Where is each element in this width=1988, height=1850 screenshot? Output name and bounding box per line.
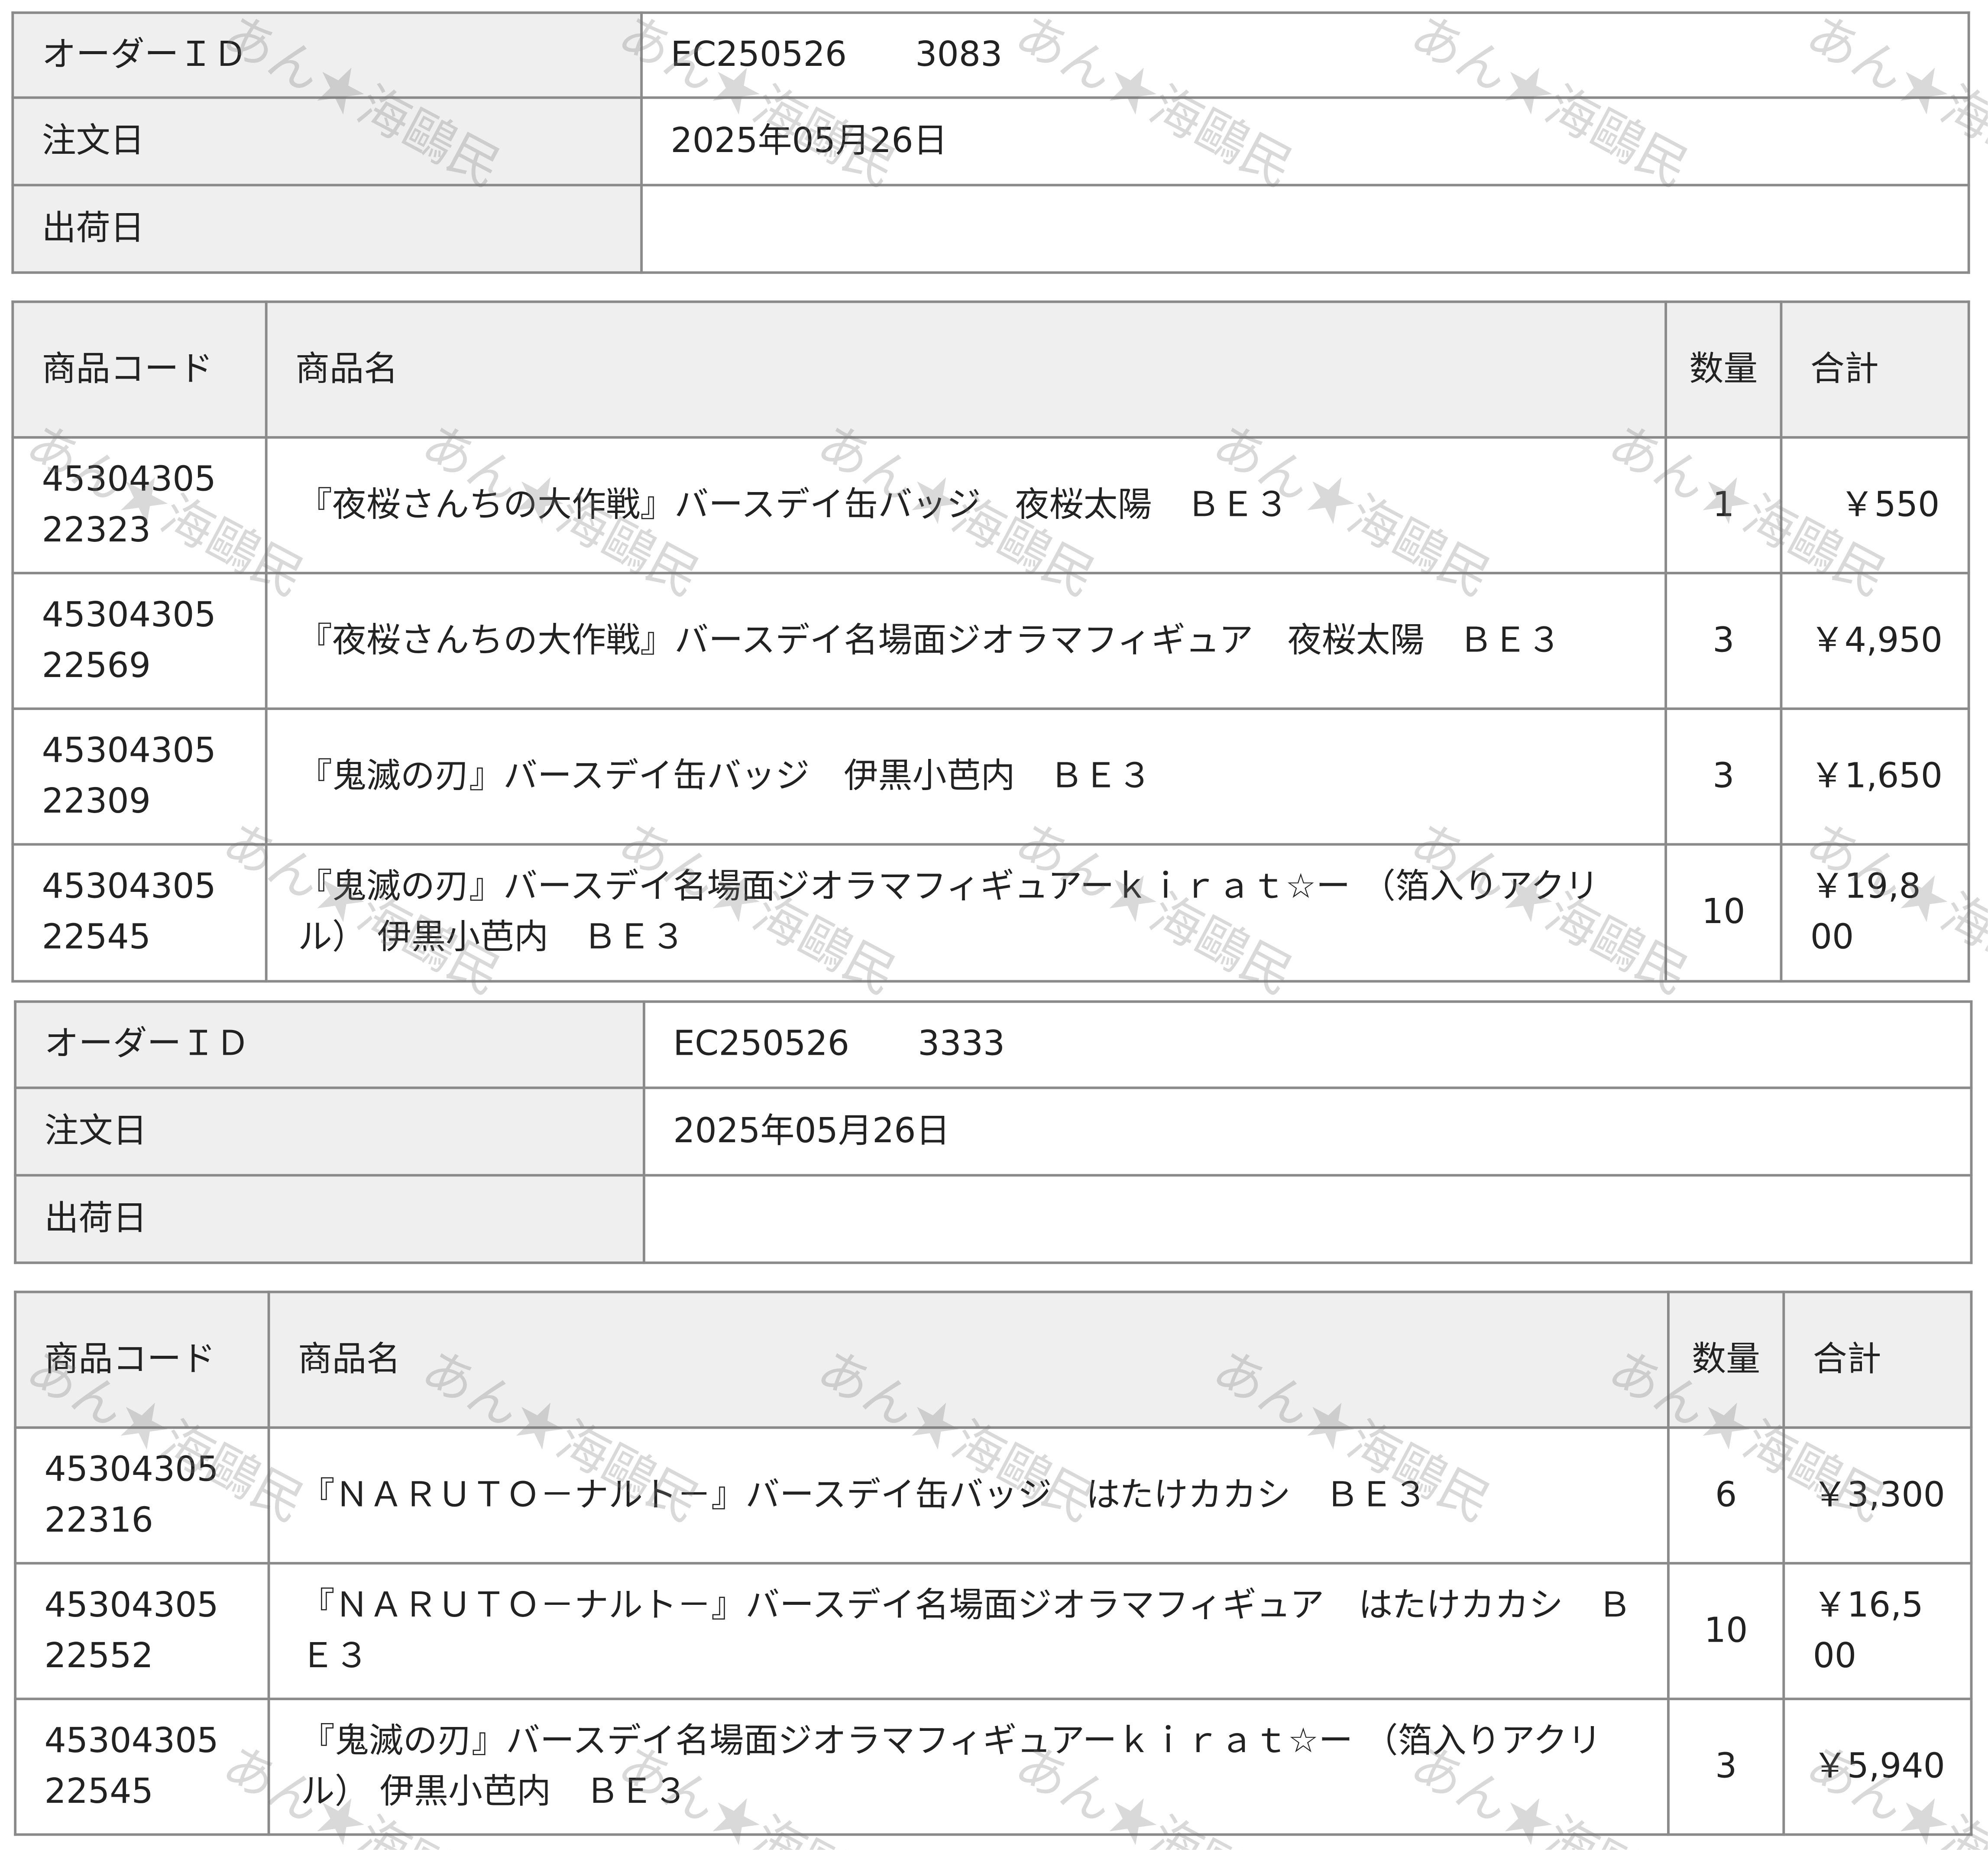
col-qty-header: 数量 — [1664, 300, 1783, 439]
order-date-value: 2025年05月26日 — [642, 1086, 1973, 1177]
product-name: 『夜桜さんちの大作戦』バースデイ名場面ジオラマフィギュア 夜桜太陽 ＢＥ３ — [265, 572, 1667, 710]
quantity: 10 — [1667, 1562, 1785, 1701]
ship-date-row: 出荷日 — [11, 184, 1970, 274]
ship-date-label: 出荷日 — [14, 1174, 645, 1264]
product-name: 『鬼滅の刃』バースデイ名場面ジオラマフィギュアーｋｉｒａｔ☆ー （箔入りアクリル… — [267, 1698, 1670, 1836]
product-name: 『鬼滅の刃』バースデイ名場面ジオラマフィギュアーｋｉｒａｔ☆ー （箔入りアクリル… — [265, 843, 1667, 983]
line-total: ￥1,650 — [1780, 707, 1970, 846]
line-total: ￥3,300 — [1782, 1426, 1973, 1565]
product-code: 4530430522552 — [14, 1562, 270, 1701]
order-info-table-1: オーダーＩＤ EC250526 3083 注文日 2025年05月26日 出荷日 — [11, 11, 1970, 274]
product-code: 4530430522545 — [11, 843, 268, 983]
line-total: ￥16,500 — [1782, 1562, 1973, 1701]
order-info-table-2: オーダーＩＤ EC250526 3333 注文日 2025年05月26日 出荷日 — [14, 1000, 1973, 1264]
order-date-row: 注文日 2025年05月26日 — [11, 96, 1970, 187]
items-table-2: 商品コード 商品名 数量 合計 4530430522316 『ＮＡＲＵＴＯ－ナル… — [14, 1290, 1973, 1836]
order-date-row: 注文日 2025年05月26日 — [14, 1086, 1973, 1177]
col-code-header: 商品コード — [11, 300, 268, 439]
order-id-label: オーダーＩＤ — [11, 11, 643, 99]
product-name: 『ＮＡＲＵＴＯ－ナルト－』バースデイ缶バッジ はたけカカシ ＢＥ３ — [267, 1426, 1670, 1565]
ship-date-value — [642, 1174, 1973, 1264]
col-code-header: 商品コード — [14, 1290, 270, 1429]
quantity: 6 — [1667, 1426, 1785, 1565]
ship-date-row: 出荷日 — [14, 1174, 1973, 1264]
line-total: ￥4,950 — [1780, 572, 1970, 710]
order-id-row: オーダーＩＤ EC250526 3083 — [11, 11, 1970, 99]
order-date-value: 2025年05月26日 — [640, 96, 1970, 187]
items-header-row: 商品コード 商品名 数量 合計 — [14, 1290, 1973, 1429]
col-name-header: 商品名 — [265, 300, 1667, 439]
items-table-1: 商品コード 商品名 数量 合計 4530430522323 『夜桜さんちの大作戦… — [11, 300, 1970, 983]
quantity: 3 — [1664, 572, 1783, 710]
quantity: 3 — [1667, 1698, 1785, 1836]
order-id-label: オーダーＩＤ — [14, 1000, 645, 1089]
product-code: 4530430522569 — [11, 572, 268, 710]
product-code: 4530430522545 — [14, 1698, 270, 1836]
items-header-row: 商品コード 商品名 数量 合計 — [11, 300, 1970, 439]
table-row: 4530430522545 『鬼滅の刃』バースデイ名場面ジオラマフィギュアーｋｉ… — [11, 843, 1970, 983]
line-total: ￥5,940 — [1782, 1698, 1973, 1836]
order-sheet: オーダーＩＤ EC250526 3083 注文日 2025年05月26日 出荷日… — [0, 0, 1988, 1850]
col-qty-header: 数量 — [1667, 1290, 1785, 1429]
table-row: 4530430522545 『鬼滅の刃』バースデイ名場面ジオラマフィギュアーｋｉ… — [14, 1698, 1973, 1836]
line-total: ￥19,800 — [1780, 843, 1970, 983]
ship-date-value — [640, 184, 1970, 274]
order-id-row: オーダーＩＤ EC250526 3333 — [14, 1000, 1973, 1089]
product-code: 4530430522309 — [11, 707, 268, 846]
quantity: 3 — [1664, 707, 1783, 846]
table-row: 4530430522309 『鬼滅の刃』バースデイ缶バッジ 伊黒小芭内 ＢＥ３ … — [11, 707, 1970, 846]
order-id-value: EC250526 3333 — [642, 1000, 1973, 1089]
order-id-value: EC250526 3083 — [640, 11, 1970, 99]
table-row: 4530430522316 『ＮＡＲＵＴＯ－ナルト－』バースデイ缶バッジ はたけ… — [14, 1426, 1973, 1565]
product-code: 4530430522323 — [11, 436, 268, 574]
product-name: 『鬼滅の刃』バースデイ缶バッジ 伊黒小芭内 ＢＥ３ — [265, 707, 1667, 846]
col-total-header: 合計 — [1782, 1290, 1973, 1429]
product-name: 『ＮＡＲＵＴＯ－ナルト－』バースデイ名場面ジオラマフィギュア はたけカカシ ＢＥ… — [267, 1562, 1670, 1701]
line-total: ￥550 — [1780, 436, 1970, 574]
quantity: 1 — [1664, 436, 1783, 574]
product-name: 『夜桜さんちの大作戦』バースデイ缶バッジ 夜桜太陽 ＢＥ３ — [265, 436, 1667, 574]
ship-date-label: 出荷日 — [11, 184, 643, 274]
table-row: 4530430522552 『ＮＡＲＵＴＯ－ナルト－』バースデイ名場面ジオラマフ… — [14, 1562, 1973, 1701]
quantity: 10 — [1664, 843, 1783, 983]
table-row: 4530430522569 『夜桜さんちの大作戦』バースデイ名場面ジオラマフィギ… — [11, 572, 1970, 710]
product-code: 4530430522316 — [14, 1426, 270, 1565]
order-date-label: 注文日 — [14, 1086, 645, 1177]
order-date-label: 注文日 — [11, 96, 643, 187]
col-total-header: 合計 — [1780, 300, 1970, 439]
table-row: 4530430522323 『夜桜さんちの大作戦』バースデイ缶バッジ 夜桜太陽 … — [11, 436, 1970, 574]
col-name-header: 商品名 — [267, 1290, 1670, 1429]
